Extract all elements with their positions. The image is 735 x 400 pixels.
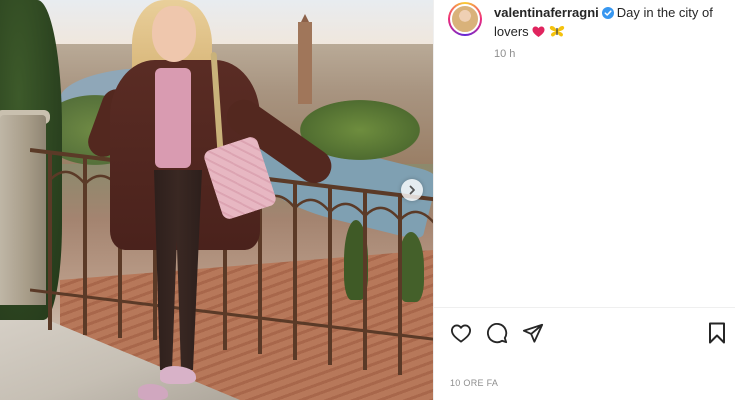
username-link[interactable]: valentinaferragni bbox=[494, 5, 599, 20]
next-photo-button[interactable] bbox=[401, 179, 423, 201]
share-icon bbox=[522, 323, 544, 343]
caption-emojis bbox=[532, 24, 565, 39]
post-photo[interactable] bbox=[0, 0, 433, 400]
comment-button[interactable] bbox=[484, 320, 510, 346]
photo-person-face bbox=[152, 6, 196, 62]
verified-badge-icon bbox=[601, 6, 614, 23]
caption: valentinaferragni Day in the city of love… bbox=[494, 4, 714, 40]
caption-time: 10 h bbox=[494, 48, 516, 60]
comment-icon bbox=[487, 323, 508, 344]
butterfly-emoji-icon bbox=[549, 26, 565, 37]
photo-person-shoe bbox=[138, 384, 168, 400]
share-button[interactable] bbox=[520, 320, 546, 346]
red-heart-emoji-icon bbox=[532, 26, 545, 37]
photo-tower bbox=[298, 22, 312, 104]
avatar[interactable] bbox=[450, 4, 480, 34]
save-button[interactable] bbox=[704, 320, 730, 346]
story-ring[interactable] bbox=[448, 2, 482, 36]
photo-person-top bbox=[155, 68, 191, 168]
caption-row: valentinaferragni Day in the city of love… bbox=[448, 2, 728, 40]
post-timestamp: 10 ORE FA bbox=[450, 378, 499, 388]
post-side-panel: valentinaferragni Day in the city of love… bbox=[433, 0, 735, 400]
photo-person-shoe bbox=[160, 366, 196, 384]
heart-icon bbox=[450, 324, 471, 343]
action-bar bbox=[448, 320, 728, 348]
like-button[interactable] bbox=[448, 320, 474, 346]
chevron-right-icon bbox=[409, 185, 415, 195]
bookmark-icon bbox=[709, 322, 725, 344]
divider bbox=[434, 307, 735, 308]
